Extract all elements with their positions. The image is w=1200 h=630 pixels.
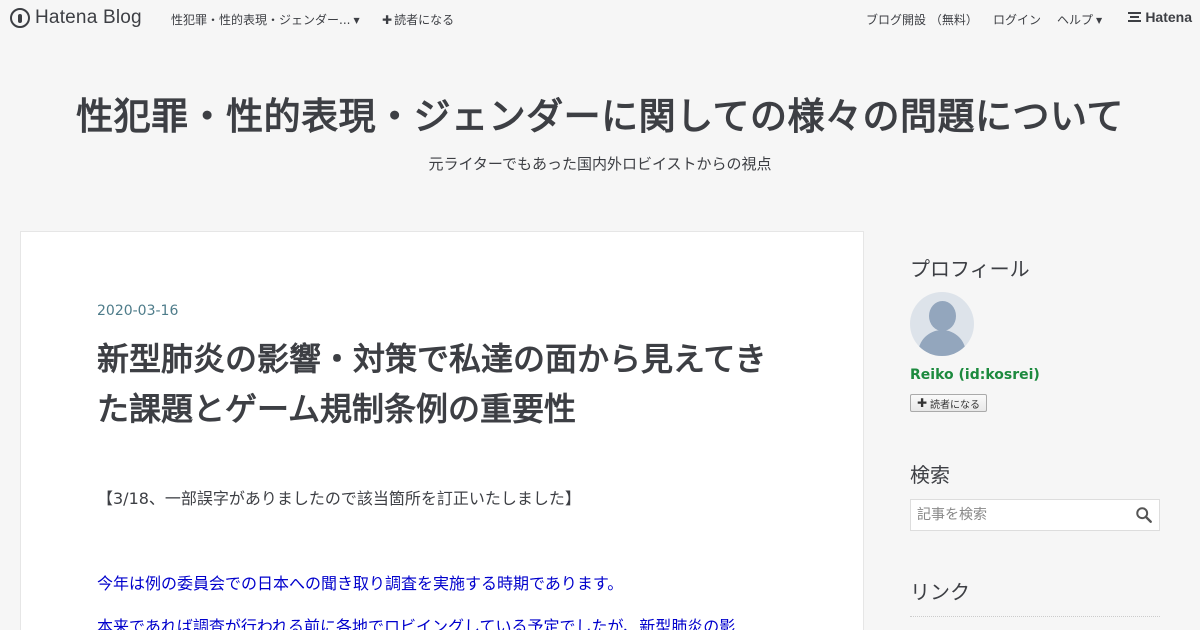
login-link[interactable]: ログイン bbox=[993, 11, 1041, 28]
plus-icon: ✚ bbox=[382, 13, 393, 27]
caret-down-icon: ▼ bbox=[353, 16, 360, 25]
article-paragraph: 今年は例の委員会での日本への聞き取り調査を実施する時期であります。 bbox=[97, 574, 624, 593]
article-correction-note: 【3/18、一部誤字がありましたので該当箇所を訂正いたしました】 bbox=[97, 489, 581, 508]
open-blog-link[interactable]: ブログ開設 （無料） bbox=[866, 11, 978, 28]
help-label: ヘルプ bbox=[1057, 13, 1094, 27]
caret-down-icon: ▼ bbox=[1096, 16, 1103, 25]
article-date[interactable]: 2020-03-16 bbox=[97, 303, 178, 319]
hatena-blog-logo[interactable]: Hatena Blog bbox=[10, 7, 142, 29]
links-heading: リンク bbox=[910, 580, 970, 604]
follow-button[interactable]: ✚ 読者になる bbox=[910, 394, 987, 412]
article-card: 2020-03-16 新型肺炎の影響・対策で私達の面から見えてきた課題とゲーム規… bbox=[20, 231, 864, 630]
avatar-head-shape bbox=[929, 301, 956, 331]
hatena-blog-logo-icon bbox=[10, 8, 30, 28]
global-header: Hatena Blog 性犯罪・性的表現・ジェンダー... ▼ ✚ 読者になる ブロ… bbox=[0, 0, 1200, 36]
logo-text: Hatena Blog bbox=[35, 7, 142, 28]
avatar-body-shape bbox=[918, 330, 966, 356]
search-box bbox=[910, 499, 1160, 531]
blog-menu-dropdown[interactable]: 性犯罪・性的表現・ジェンダー... ▼ bbox=[171, 11, 360, 28]
subscribe-label: 読者になる bbox=[394, 13, 455, 27]
blog-title[interactable]: 性犯罪・性的表現・ジェンダーに関しての様々の問題について bbox=[0, 86, 1200, 140]
subscribe-link[interactable]: ✚ 読者になる bbox=[382, 11, 454, 28]
search-icon[interactable] bbox=[1135, 506, 1153, 524]
plus-icon: ✚ bbox=[916, 396, 928, 410]
profile-heading: プロフィール bbox=[910, 257, 1030, 281]
help-dropdown[interactable]: ヘルプ ▼ bbox=[1057, 11, 1102, 28]
profile-name-link[interactable]: Reiko (id:kosrei) bbox=[910, 367, 1040, 383]
article-paragraph: 本来であれば調査が行われる前に各地でロビイングしている予定でしたが、新型肺炎の影 bbox=[97, 617, 736, 630]
hatena-logo[interactable]: Hatena bbox=[1128, 9, 1192, 25]
avatar[interactable] bbox=[910, 292, 974, 356]
follow-label: 読者になる bbox=[930, 399, 981, 411]
search-input[interactable] bbox=[911, 500, 1131, 530]
divider bbox=[910, 616, 1160, 617]
blog-description: 元ライターでもあった国内外ロビイストからの視点 bbox=[428, 155, 772, 173]
article-title[interactable]: 新型肺炎の影響・対策で私達の面から見えてきた課題とゲーム規制条例の重要性 bbox=[97, 334, 797, 434]
blog-menu-label: 性犯罪・性的表現・ジェンダー... bbox=[171, 13, 351, 27]
hatena-mark-icon bbox=[1128, 10, 1142, 24]
search-heading: 検索 bbox=[910, 463, 950, 487]
hatena-label: Hatena bbox=[1145, 9, 1192, 25]
